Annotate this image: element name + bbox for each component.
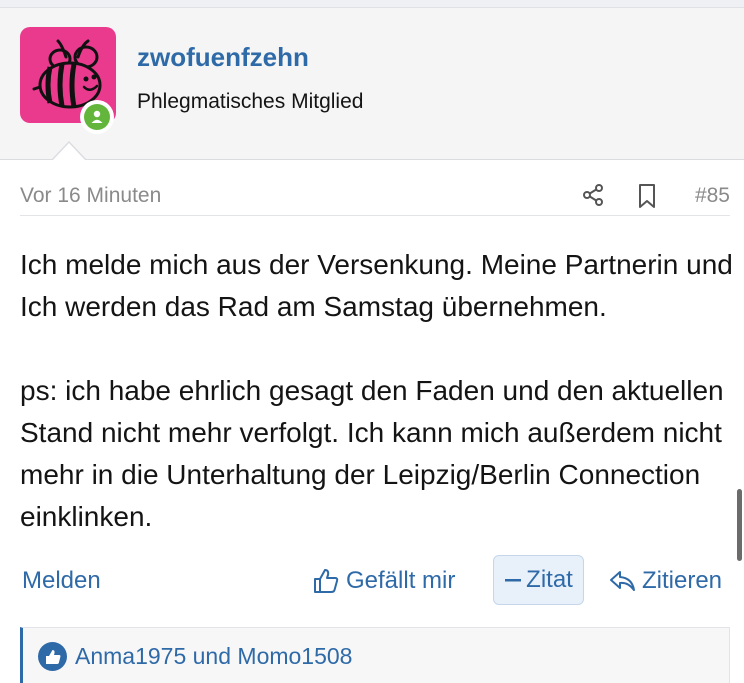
post-meta-row: Vor 16 Minuten #85 <box>20 180 730 216</box>
minus-icon <box>505 579 522 582</box>
reply-button[interactable]: Zitieren <box>608 565 722 597</box>
post-actions: Melden Gefällt mir Zitat Zitieren <box>0 553 744 609</box>
top-border <box>0 0 744 8</box>
reactions-bar: Anma1975 und Momo1508 <box>20 627 730 683</box>
username-link[interactable]: zwofuenfzehn <box>137 42 309 73</box>
user-title: Phlegmatisches Mitglied <box>137 90 364 113</box>
quote-label: Zitat <box>526 566 573 593</box>
post-paragraph: Ich melde mich aus der Versenkung. Meine… <box>20 249 733 322</box>
post-paragraph: ps: ich habe ehrlich gesagt den Faden un… <box>20 375 724 532</box>
multi-quote-button[interactable]: Zitat <box>493 555 584 605</box>
post-number[interactable]: #85 <box>695 184 730 208</box>
reaction-users-link[interactable]: Anma1975 und Momo1508 <box>75 643 352 670</box>
online-status-badge <box>80 100 114 134</box>
like-button[interactable]: Gefällt mir <box>312 565 455 597</box>
like-label: Gefällt mir <box>346 567 456 594</box>
like-reaction-icon <box>38 642 67 671</box>
report-link[interactable]: Melden <box>22 567 101 595</box>
post-timestamp[interactable]: Vor 16 Minuten <box>20 184 161 208</box>
user-header: zwofuenfzehn Phlegmatisches Mitglied <box>0 8 744 160</box>
bookmark-icon[interactable] <box>637 183 657 209</box>
user-icon <box>91 110 103 123</box>
scrollbar[interactable] <box>737 489 742 561</box>
reply-icon <box>610 571 635 591</box>
thumbs-up-icon <box>314 569 339 593</box>
share-icon[interactable] <box>581 183 605 207</box>
post-body: Ich melde mich aus der Versenkung. Meine… <box>20 244 735 538</box>
reply-label: Zitieren <box>642 567 723 594</box>
